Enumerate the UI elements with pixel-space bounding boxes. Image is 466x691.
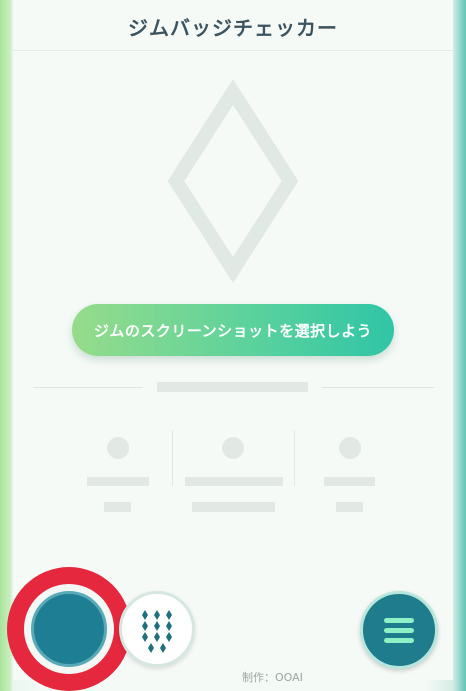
menu-button[interactable]: [360, 591, 438, 669]
select-screenshot-button[interactable]: ジムのスクリーンショットを選択しよう: [72, 304, 394, 356]
divider-right: [322, 387, 434, 388]
placeholder-title-bar: [157, 382, 308, 392]
placeholder-bar: [87, 477, 149, 486]
placeholder-bar: [104, 502, 131, 512]
credit-text: 制作：OOAI: [242, 671, 303, 684]
column-separator: [294, 430, 295, 486]
diamond-outline-icon: [167, 79, 299, 283]
badges-grid-button[interactable]: [119, 591, 195, 667]
placeholder-bar: [324, 477, 375, 486]
placeholder-bar: [185, 477, 283, 486]
header-divider: [13, 50, 453, 51]
page-title: ジムバッジチェッカー: [128, 16, 338, 40]
placeholder-bar: [192, 502, 275, 512]
main-action-button[interactable]: [31, 591, 107, 667]
placeholder-dot: [107, 437, 129, 459]
placeholder-dot: [222, 437, 244, 459]
placeholder-bar: [336, 502, 363, 512]
divider-left: [33, 387, 143, 388]
hamburger-icon: [384, 618, 414, 643]
column-separator: [172, 430, 173, 486]
diamond-grid-icon: [142, 610, 172, 653]
placeholder-dot: [339, 437, 361, 459]
